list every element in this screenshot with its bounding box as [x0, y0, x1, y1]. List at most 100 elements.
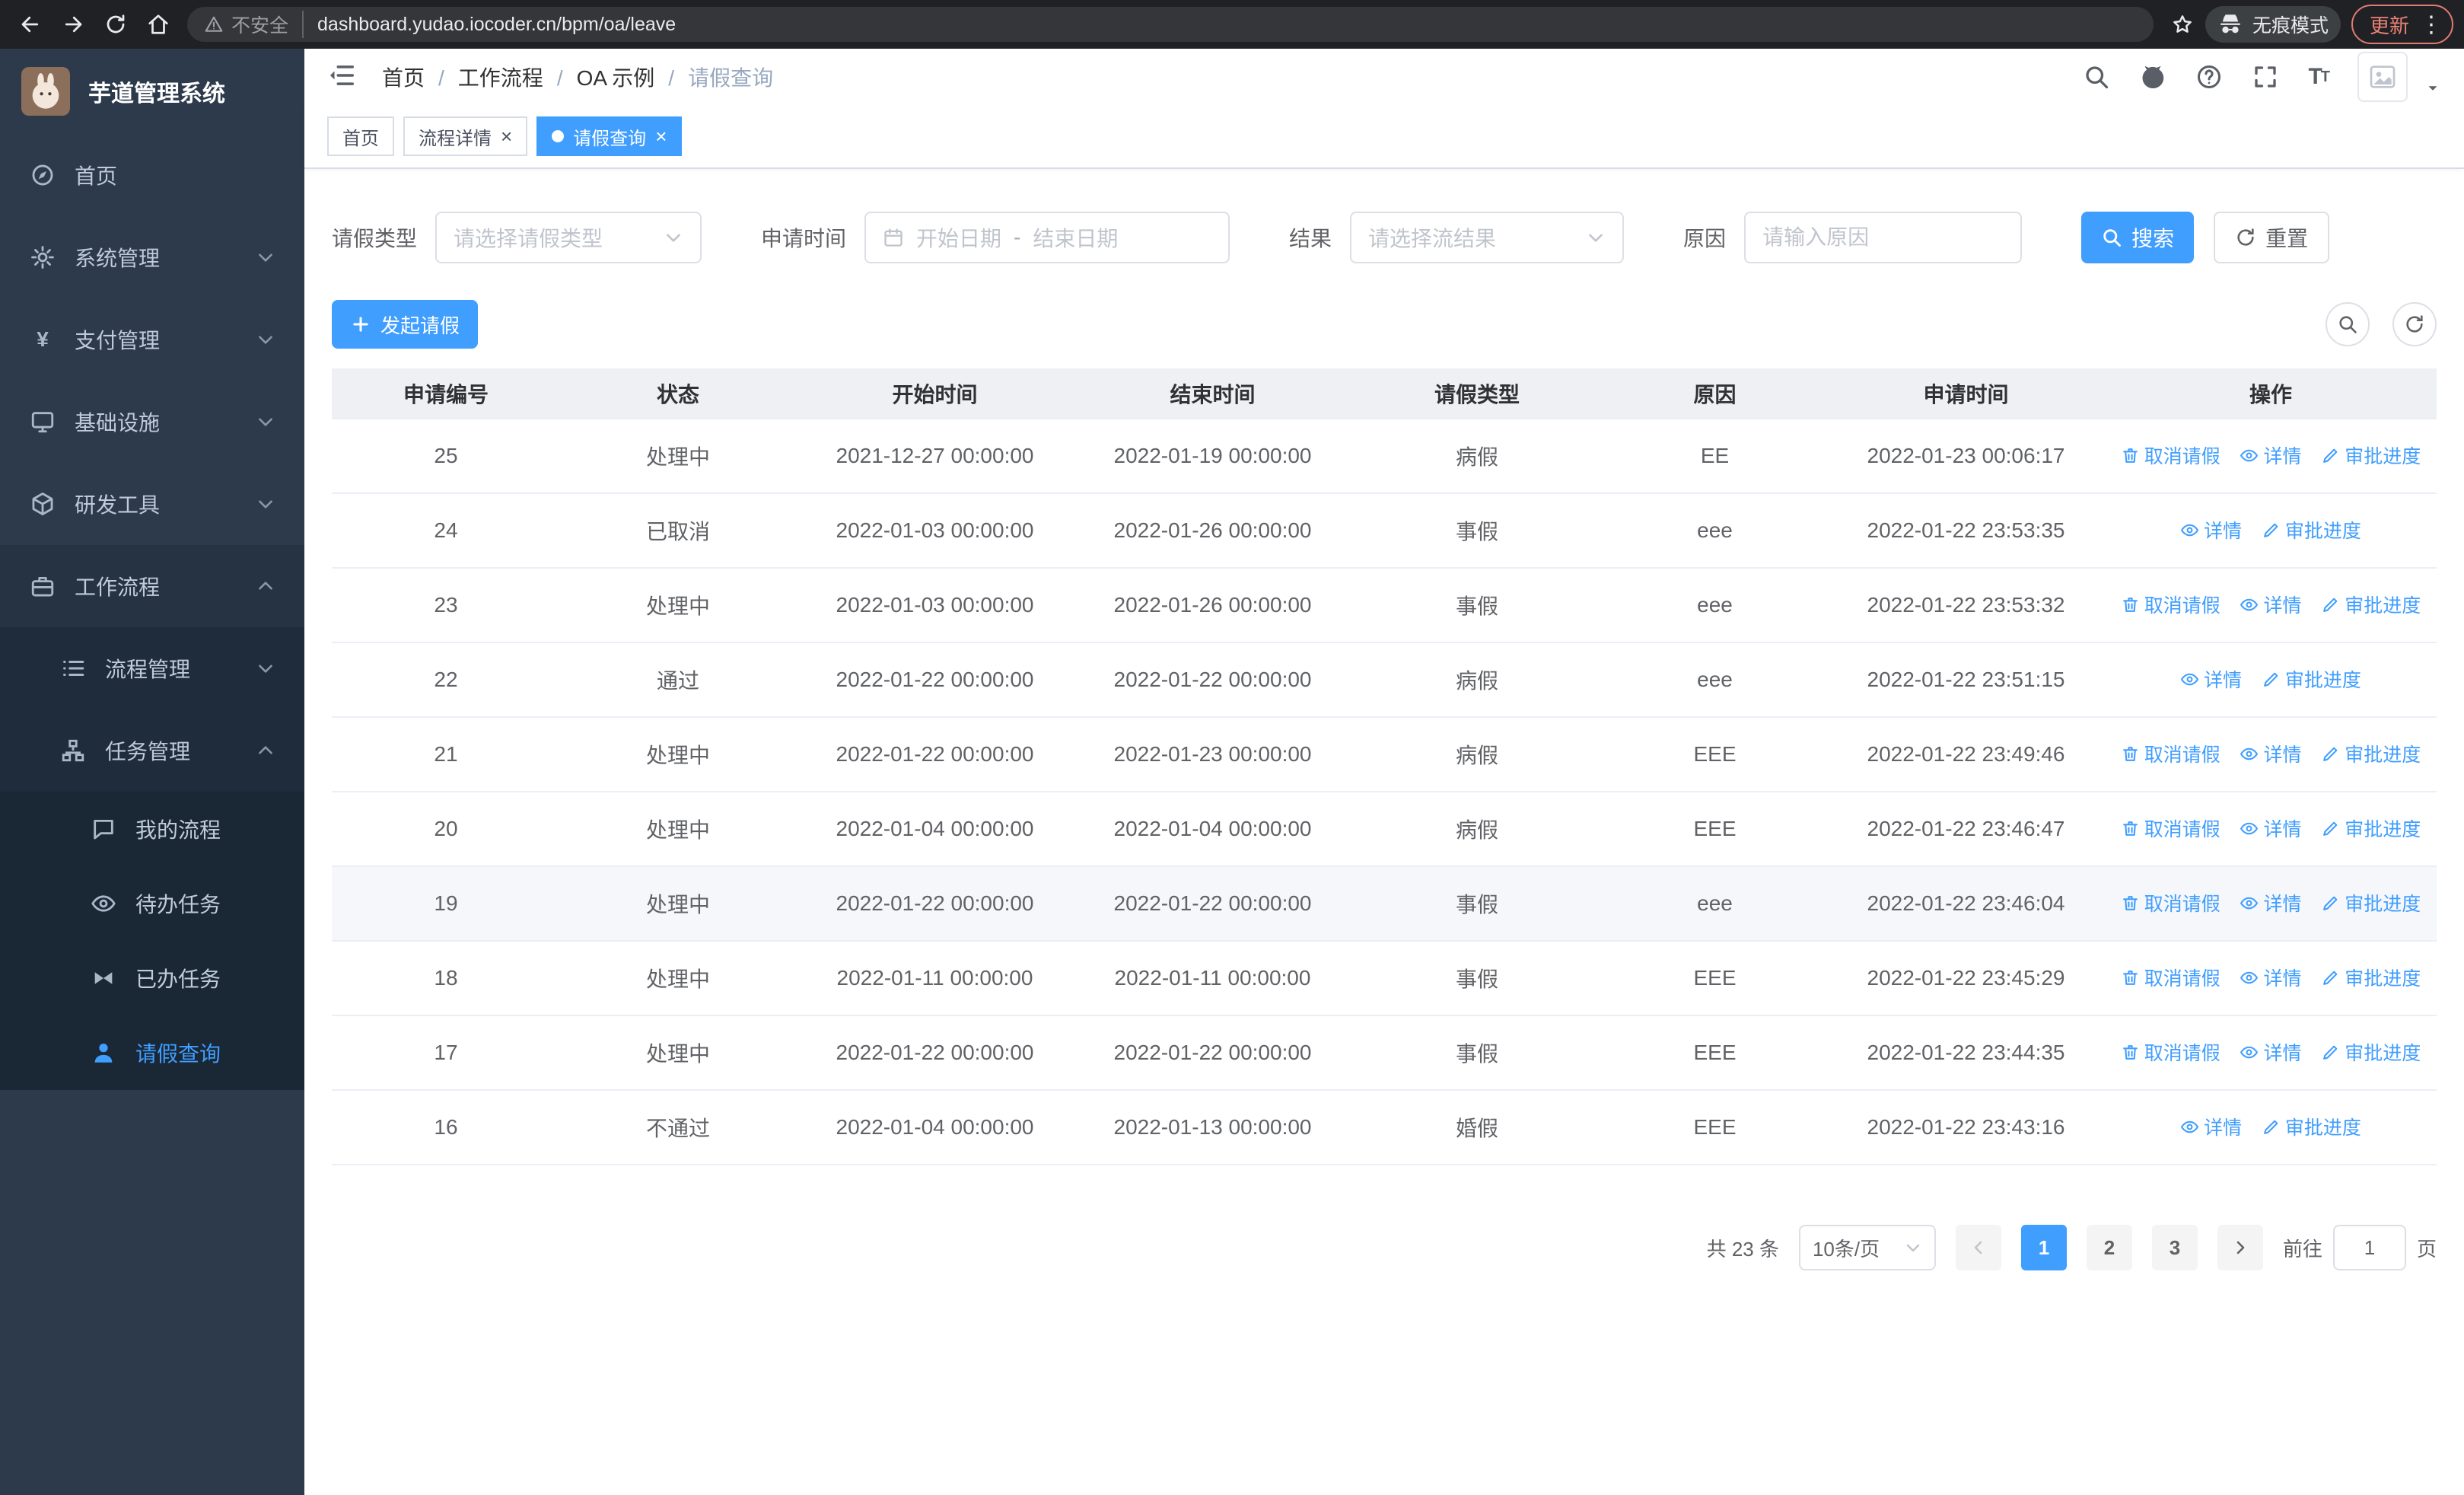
security-warning[interactable]: 不安全	[204, 11, 304, 38]
sidebar-item-leave-query[interactable]: 请假查询	[0, 1015, 304, 1090]
fullscreen-icon[interactable]	[2252, 63, 2279, 91]
page-number-2[interactable]: 2	[2086, 1225, 2132, 1270]
table-row[interactable]: 23 处理中 2022-01-03 00:00:00 2022-01-26 00…	[332, 568, 2437, 643]
sidebar-item-workflow[interactable]: 工作流程	[0, 545, 304, 627]
sidebar-item-payment[interactable]: ¥ 支付管理	[0, 298, 304, 381]
cancel-leave-link[interactable]: 取消请假	[2121, 1038, 2220, 1066]
help-icon[interactable]	[2195, 63, 2223, 91]
reset-button[interactable]: 重置	[2214, 212, 2330, 263]
detail-link[interactable]: 详情	[2180, 1113, 2242, 1140]
tab-process-detail[interactable]: 流程详情 ×	[403, 116, 528, 156]
font-size-icon[interactable]: TT	[2308, 64, 2330, 90]
detail-link[interactable]: 详情	[2240, 1038, 2302, 1066]
cancel-leave-link[interactable]: 取消请假	[2121, 814, 2220, 842]
browser-refresh-button[interactable]	[96, 5, 135, 44]
tab-leave-query[interactable]: 请假查询 ×	[536, 116, 683, 156]
table-row[interactable]: 19 处理中 2022-01-22 00:00:00 2022-01-22 00…	[332, 866, 2437, 942]
main-area: 首页 工作流程 OA 示例 请假查询 TT	[304, 49, 2464, 1495]
approval-progress-link[interactable]: 审批进度	[2321, 740, 2421, 767]
approval-progress-link[interactable]: 审批进度	[2321, 441, 2421, 469]
search-button[interactable]: 搜索	[2081, 212, 2195, 263]
breadcrumb-workflow[interactable]: 工作流程	[425, 62, 543, 92]
avatar-caret-icon[interactable]	[2424, 80, 2441, 97]
detail-link[interactable]: 详情	[2180, 665, 2242, 693]
browser-home-button[interactable]	[138, 5, 178, 44]
user-avatar[interactable]	[2357, 52, 2408, 102]
table-row[interactable]: 24 已取消 2022-01-03 00:00:00 2022-01-26 00…	[332, 493, 2437, 569]
tab-home[interactable]: 首页	[327, 116, 394, 156]
sidebar-item-infrastructure[interactable]: 基础设施	[0, 381, 304, 463]
browser-address-bar[interactable]: 不安全 dashboard.yudao.iocoder.cn/bpm/oa/le…	[187, 7, 2154, 42]
search-icon[interactable]	[2083, 63, 2110, 91]
table-row[interactable]: 16 不通过 2022-01-04 00:00:00 2022-01-13 00…	[332, 1090, 2437, 1165]
sidebar-fold-icon[interactable]	[327, 61, 359, 93]
refresh-table-button[interactable]	[2392, 302, 2437, 346]
page-number-1[interactable]: 1	[2020, 1225, 2067, 1270]
table-row[interactable]: 21 处理中 2022-01-22 00:00:00 2022-01-23 00…	[332, 717, 2437, 792]
browser-back-button[interactable]	[11, 5, 50, 44]
table-row[interactable]: 20 处理中 2022-01-04 00:00:00 2022-01-04 00…	[332, 792, 2437, 867]
sidebar-item-system[interactable]: 系统管理	[0, 216, 304, 298]
browser-forward-button[interactable]	[53, 5, 93, 44]
approval-progress-link[interactable]: 审批进度	[2262, 665, 2361, 693]
chevron-down-icon	[1904, 1238, 1922, 1257]
cell-status: 处理中	[560, 1015, 796, 1091]
goto-page-input[interactable]	[2332, 1225, 2406, 1270]
eye-icon	[2240, 598, 2259, 611]
table-row[interactable]: 22 通过 2022-01-22 00:00:00 2022-01-22 00:…	[332, 642, 2437, 718]
create-leave-button[interactable]: 发起请假	[332, 300, 479, 349]
cancel-leave-link[interactable]: 取消请假	[2121, 889, 2220, 916]
breadcrumb-home[interactable]: 首页	[382, 62, 425, 92]
close-icon[interactable]: ×	[655, 126, 667, 146]
filter-apply-time: 申请时间 开始日期 - 结束日期	[761, 212, 1230, 263]
page-size-select[interactable]: 10条/页	[1798, 1225, 1936, 1270]
approval-progress-link[interactable]: 审批进度	[2321, 1038, 2421, 1066]
breadcrumb-oa-example[interactable]: OA 示例	[543, 62, 655, 92]
toggle-search-button[interactable]	[2326, 302, 2370, 346]
page-number-3[interactable]: 3	[2151, 1225, 2198, 1270]
approval-progress-link[interactable]: 审批进度	[2321, 889, 2421, 916]
bookmark-star-icon[interactable]	[2163, 5, 2202, 44]
cancel-leave-link[interactable]: 取消请假	[2121, 740, 2220, 767]
sidebar-item-home[interactable]: 首页	[0, 134, 304, 216]
approval-progress-link[interactable]: 审批进度	[2321, 964, 2421, 991]
cancel-leave-link[interactable]: 取消请假	[2121, 591, 2220, 618]
browser-menu-icon[interactable]: ⋮	[2420, 11, 2443, 38]
refresh-icon	[2237, 228, 2254, 246]
date-range-picker[interactable]: 开始日期 - 结束日期	[864, 212, 1230, 263]
next-page-button[interactable]	[2217, 1225, 2263, 1270]
sidebar-item-process-management[interactable]: 流程管理	[0, 627, 304, 709]
sidebar-item-done-tasks[interactable]: 已办任务	[0, 941, 304, 1015]
cancel-leave-link[interactable]: 取消请假	[2121, 441, 2220, 469]
table-row[interactable]: 25 处理中 2021-12-27 00:00:00 2022-01-19 00…	[332, 419, 2437, 494]
sidebar-item-todo-tasks[interactable]: 待办任务	[0, 866, 304, 941]
sidebar-item-my-process[interactable]: 我的流程	[0, 792, 304, 866]
leave-type-select[interactable]: 请选择请假类型	[435, 212, 702, 263]
sidebar-item-label: 流程管理	[105, 658, 191, 681]
detail-link[interactable]: 详情	[2240, 814, 2302, 842]
detail-link[interactable]: 详情	[2240, 740, 2302, 767]
detail-link[interactable]: 详情	[2240, 591, 2302, 618]
result-select[interactable]: 请选择流结果	[1350, 212, 1625, 263]
detail-link[interactable]: 详情	[2240, 964, 2302, 991]
approval-progress-link[interactable]: 审批进度	[2262, 1113, 2361, 1140]
table-row[interactable]: 17 处理中 2022-01-22 00:00:00 2022-01-22 00…	[332, 1015, 2437, 1091]
cell-reason: eee	[1603, 642, 1827, 718]
approval-progress-link[interactable]: 审批进度	[2321, 591, 2421, 618]
cancel-leave-link[interactable]: 取消请假	[2121, 964, 2220, 991]
sidebar-item-task-management[interactable]: 任务管理	[0, 709, 304, 792]
cell-leave-type: 事假	[1351, 493, 1603, 569]
detail-link[interactable]: 详情	[2240, 441, 2302, 469]
table-row[interactable]: 18 处理中 2022-01-11 00:00:00 2022-01-11 00…	[332, 941, 2437, 1016]
detail-link[interactable]: 详情	[2240, 889, 2302, 916]
browser-update-button[interactable]: 更新 ⋮	[2351, 5, 2453, 44]
app-logo[interactable]: 芋道管理系统	[0, 49, 304, 134]
github-icon[interactable]	[2139, 63, 2166, 91]
sidebar-item-devtools[interactable]: 研发工具	[0, 463, 304, 545]
approval-progress-link[interactable]: 审批进度	[2262, 516, 2361, 543]
close-icon[interactable]: ×	[501, 126, 512, 146]
prev-page-button[interactable]	[1955, 1225, 2001, 1270]
reason-input[interactable]	[1762, 225, 2004, 250]
approval-progress-link[interactable]: 审批进度	[2321, 814, 2421, 842]
detail-link[interactable]: 详情	[2180, 516, 2242, 543]
